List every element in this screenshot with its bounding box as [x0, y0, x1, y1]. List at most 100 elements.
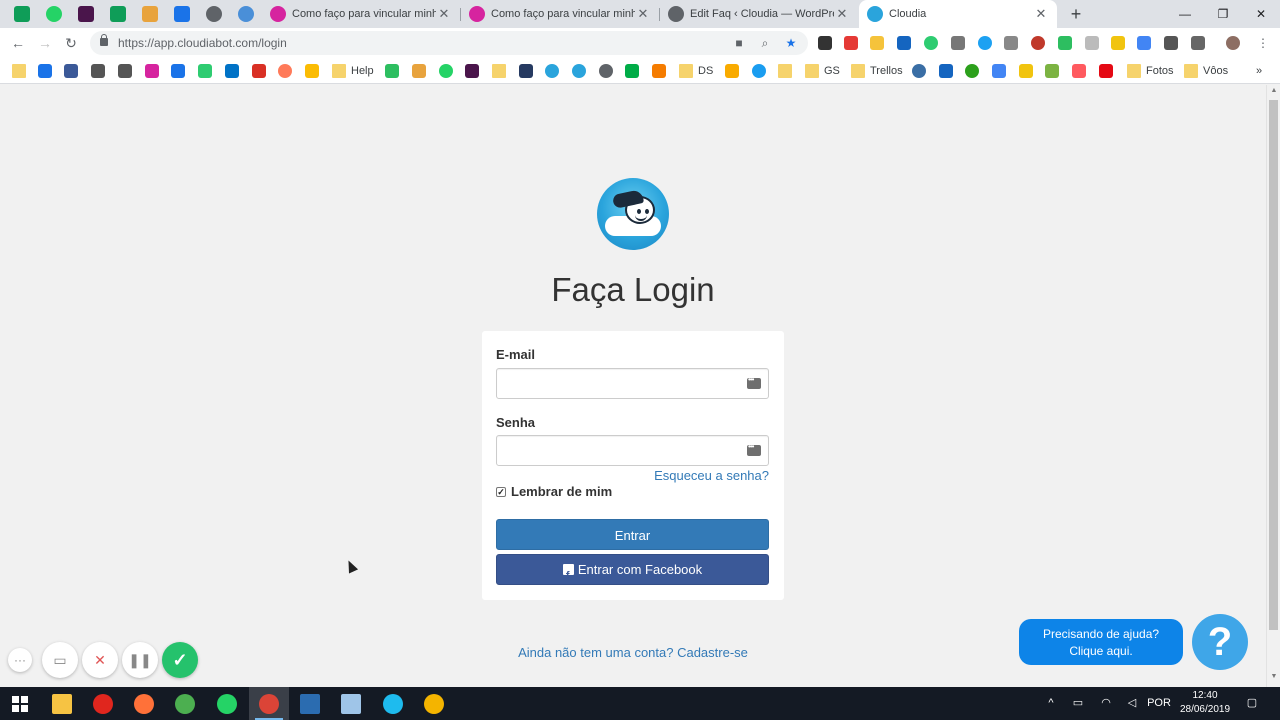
close-tab-icon[interactable]: ✕ — [635, 6, 651, 22]
start-button[interactable] — [0, 687, 40, 720]
scrollbar-thumb[interactable] — [1269, 100, 1278, 630]
bookmark-drive[interactable] — [305, 64, 324, 78]
bookmark-whatsapp[interactable] — [439, 64, 458, 78]
checkbox-checked-icon[interactable]: ✓ — [496, 486, 506, 497]
extension-icon[interactable] — [1111, 36, 1125, 50]
bookmark-item[interactable] — [91, 64, 110, 78]
bookmark-folder[interactable] — [12, 64, 31, 78]
extension-g-icon[interactable] — [818, 36, 832, 50]
bookmark-evernote[interactable] — [385, 64, 404, 78]
pinned-tab-sheets-2[interactable] — [102, 0, 134, 28]
bookmark-item[interactable] — [412, 64, 431, 78]
bookmark-slack[interactable] — [465, 64, 484, 78]
forgot-password-link[interactable]: Esqueceu a senha? — [654, 468, 769, 483]
page-scrollbar[interactable]: ▲ ▼ — [1266, 85, 1280, 687]
bookmark-outlook[interactable] — [225, 64, 244, 78]
bookmark-item[interactable] — [1019, 64, 1038, 78]
pinned-tab-globe[interactable] — [198, 0, 230, 28]
menu-icon[interactable]: ⋮ — [1256, 36, 1270, 50]
bookmark-chat[interactable] — [625, 64, 644, 78]
volume-icon[interactable]: ◁ — [1122, 687, 1142, 720]
taskbar-chrome-2[interactable] — [414, 687, 454, 720]
pinned-tab-slack[interactable] — [70, 0, 102, 28]
reload-button[interactable]: ↻ — [60, 32, 82, 54]
bookmark-item[interactable] — [912, 64, 931, 78]
bookmark-instagram[interactable] — [145, 64, 164, 78]
address-bar[interactable]: https://app.cloudiabot.com/login ■ ⌕ ★ — [90, 31, 808, 55]
bookmark-item[interactable] — [652, 64, 671, 78]
scroll-down-icon[interactable]: ▼ — [1270, 673, 1278, 680]
taskbar-whatsapp[interactable] — [207, 687, 247, 720]
extension-icon[interactable] — [1085, 36, 1099, 50]
extension-icon[interactable] — [1031, 36, 1045, 50]
bookmark-folder[interactable] — [778, 64, 797, 78]
close-tab-icon[interactable]: ✕ — [436, 6, 452, 22]
help-question-button[interactable]: ? — [1192, 614, 1248, 670]
password-manager-icon[interactable] — [747, 442, 761, 456]
taskbar-app[interactable] — [290, 687, 330, 720]
bookmark-star-icon[interactable]: ★ — [784, 36, 798, 50]
forward-button[interactable]: → — [34, 32, 56, 54]
extension-icon[interactable] — [870, 36, 884, 50]
recorder-camera-icon[interactable]: ▭ — [42, 642, 78, 678]
profile-avatar[interactable] — [1226, 36, 1240, 50]
password-field[interactable] — [505, 442, 735, 460]
tray-expand-icon[interactable]: ^ — [1042, 687, 1060, 720]
pinned-tab-person[interactable] — [230, 0, 262, 28]
taskbar-app-2[interactable] — [331, 687, 371, 720]
login-button[interactable]: Entrar — [496, 519, 769, 550]
close-window-button[interactable]: ✕ — [1242, 0, 1280, 28]
evernote-icon[interactable] — [1058, 36, 1072, 50]
bookmark-folder-trellos[interactable]: Trellos — [851, 64, 903, 78]
recorder-cancel-button[interactable]: ✕ — [82, 642, 118, 678]
bookmarks-overflow-button[interactable]: » — [1256, 64, 1262, 78]
taskbar-chrome[interactable] — [165, 687, 205, 720]
bookmark-hubspot[interactable] — [278, 64, 297, 78]
extension-icon[interactable] — [1191, 36, 1205, 50]
taskbar-explorer[interactable] — [42, 687, 82, 720]
bookmark-cloudia[interactable] — [545, 64, 564, 78]
recorder-more-button[interactable]: ··· — [8, 648, 32, 672]
notifications-icon[interactable]: ▢ — [1242, 687, 1262, 720]
bookmark-item[interactable] — [752, 64, 771, 78]
tab-instagram-2[interactable]: Como faço para vincular minha c ✕ — [461, 0, 659, 28]
extension-youtube-icon[interactable] — [844, 36, 858, 50]
close-tab-icon[interactable]: ✕ — [834, 6, 850, 22]
camera-icon[interactable]: ■ — [732, 36, 746, 50]
bookmark-airbnb[interactable] — [1072, 64, 1091, 78]
pinned-tab-sheets[interactable] — [6, 0, 38, 28]
bookmark-item[interactable] — [519, 64, 538, 78]
bookmark-facebook[interactable] — [64, 64, 83, 78]
bookmark-folder-fotos[interactable]: Fotos — [1127, 64, 1174, 78]
battery-icon[interactable]: ▭ — [1068, 687, 1088, 720]
recorder-pause-button[interactable]: ❚❚ — [122, 642, 158, 678]
bookmark-folder-ds[interactable]: DS — [679, 64, 713, 78]
extension-icon[interactable] — [924, 36, 938, 50]
bookmark-folder-voos[interactable]: Vôos — [1184, 64, 1228, 78]
new-tab-button[interactable]: + — [1066, 4, 1086, 24]
bookmark-gmail[interactable] — [252, 64, 271, 78]
extension-icon[interactable] — [951, 36, 965, 50]
remember-me-checkbox[interactable]: ✓ Lembrar de mim — [496, 484, 612, 499]
bookmark-folder-help[interactable]: Help — [332, 64, 374, 78]
taskbar-chrome-active[interactable] — [249, 687, 289, 720]
taskbar-firefox[interactable] — [124, 687, 164, 720]
zoom-icon[interactable]: ⌕ — [758, 36, 772, 50]
facebook-login-button[interactable]: Entrar com Facebook — [496, 554, 769, 592]
recorder-done-button[interactable]: ✓ — [162, 642, 198, 678]
email-field[interactable] — [505, 375, 735, 393]
extension-icon[interactable] — [1004, 36, 1018, 50]
language-indicator[interactable]: POR — [1146, 687, 1172, 720]
bookmark-globe[interactable] — [599, 64, 618, 78]
close-tab-icon[interactable]: ✕ — [1033, 6, 1049, 22]
bookmark-item[interactable] — [118, 64, 137, 78]
bookmark-analytics[interactable] — [725, 64, 744, 78]
bookmark-item[interactable] — [198, 64, 217, 78]
extension-icon[interactable] — [897, 36, 911, 50]
translate-icon[interactable] — [1137, 36, 1151, 50]
pinned-tab-flow[interactable] — [166, 0, 198, 28]
back-button[interactable]: ← — [7, 32, 29, 54]
bookmark-item[interactable] — [171, 64, 190, 78]
taskbar-opera[interactable] — [83, 687, 123, 720]
bookmark-item[interactable] — [1045, 64, 1064, 78]
